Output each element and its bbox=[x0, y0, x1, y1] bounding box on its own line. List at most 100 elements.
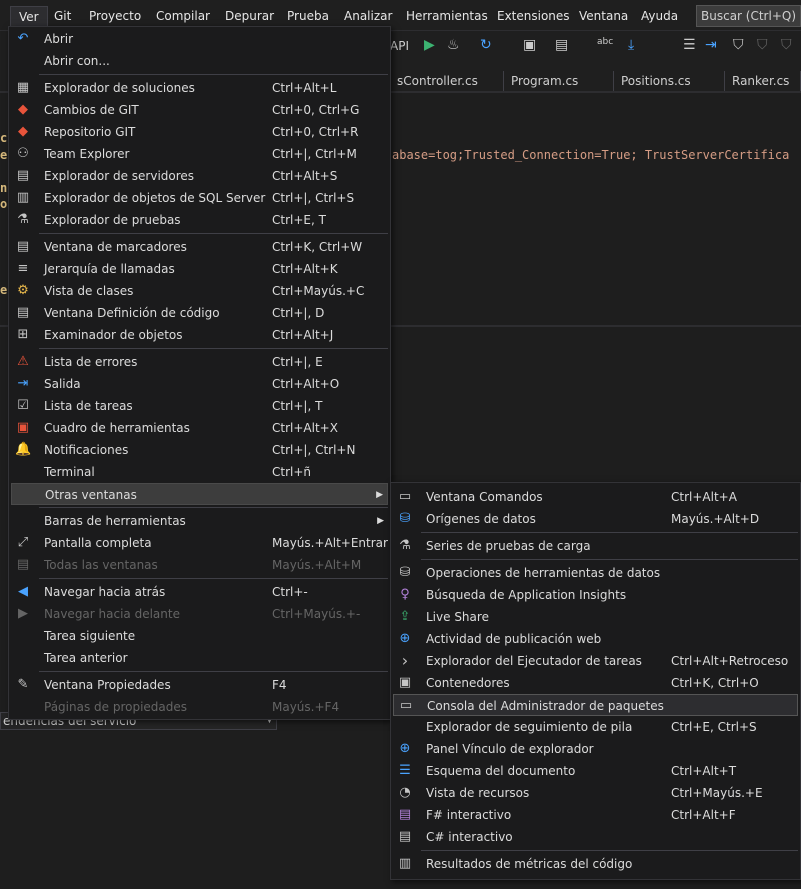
submenu-arrow-icon: ▶ bbox=[376, 490, 383, 500]
menu-item-definicion-codigo[interactable]: ▤ Ventana Definición de código Ctrl+|, D bbox=[11, 302, 388, 324]
tab-positions[interactable]: Positions.cs bbox=[615, 71, 725, 91]
api-label[interactable]: API bbox=[390, 39, 409, 53]
code-gutter-char: e bbox=[0, 283, 8, 297]
menu-item-jerarquia[interactable]: ≡ Jerarquía de llamadas Ctrl+Alt+K bbox=[11, 258, 388, 280]
menu-item-otras-ventanas[interactable]: Otras ventanas ▶ bbox=[11, 483, 388, 505]
bookmark-prev-icon[interactable]: ⛉ bbox=[757, 37, 768, 53]
data-tools-icon: ⛁ bbox=[399, 565, 411, 580]
menu-item-lista-errores[interactable]: ⚠ Lista de errores Ctrl+|, E bbox=[11, 351, 388, 373]
menu-item-cuadro-herramientas[interactable]: ▣ Cuadro de herramientas Ctrl+Alt+X bbox=[11, 417, 388, 439]
globe-icon: ⊕ bbox=[399, 631, 411, 646]
browser-link-icon: ⊕ bbox=[399, 741, 411, 756]
menu-item-fsharp-interactivo[interactable]: ▤ F# interactivo Ctrl+Alt+F bbox=[393, 804, 798, 826]
menu-prueba[interactable]: Prueba bbox=[283, 7, 333, 25]
menu-item-abrir-con[interactable]: Abrir con... bbox=[11, 50, 388, 72]
cursor-icon[interactable]: ⤓ bbox=[628, 37, 634, 53]
align-icon[interactable]: ☰ bbox=[683, 37, 696, 53]
menu-herramientas[interactable]: Herramientas bbox=[402, 7, 492, 25]
menu-item-explorador-pruebas[interactable]: ⚗ Explorador de pruebas Ctrl+E, T bbox=[11, 209, 388, 231]
menu-item-origenes-datos[interactable]: ⛁ Orígenes de datos Mayús.+Alt+D bbox=[393, 508, 798, 530]
bookmark-next-icon[interactable]: ⛉ bbox=[781, 37, 792, 53]
menu-item-vinculo-explorador[interactable]: ⊕ Panel Vínculo de explorador bbox=[393, 738, 798, 760]
menu-item-ventana-propiedades[interactable]: ✎ Ventana Propiedades F4 bbox=[11, 674, 388, 696]
menu-git[interactable]: Git bbox=[50, 7, 75, 25]
start-icon[interactable]: ▶ bbox=[424, 37, 435, 53]
containers-icon: ▣ bbox=[398, 675, 412, 690]
menu-item-lista-tareas[interactable]: ☑ Lista de tareas Ctrl+|, T bbox=[11, 395, 388, 417]
menu-separator bbox=[39, 233, 388, 234]
all-windows-icon: ▤ bbox=[16, 557, 30, 572]
menu-item-navegar-atras[interactable]: ◀ Navegar hacia atrás Ctrl+- bbox=[11, 581, 388, 603]
menu-item-notificaciones[interactable]: 🔔 Notificaciones Ctrl+|, Ctrl+N bbox=[11, 439, 388, 461]
layout-icon[interactable]: ▤ bbox=[555, 37, 568, 53]
task-list-icon: ☑ bbox=[17, 398, 29, 413]
menu-item-esquema-documento[interactable]: ☰ Esquema del documento Ctrl+Alt+T bbox=[393, 760, 798, 782]
bookmark-window-icon: ▤ bbox=[16, 239, 30, 254]
connection-string-line[interactable]: abase=tog;Trusted_Connection=True; Trust… bbox=[392, 148, 789, 162]
menu-analizar[interactable]: Analizar bbox=[340, 7, 396, 25]
menu-item-salida[interactable]: ⇥ Salida Ctrl+Alt+O bbox=[11, 373, 388, 395]
menu-item-csharp-interactivo[interactable]: ▤ C# interactivo bbox=[393, 826, 798, 848]
menu-item-explorador-sql[interactable]: ▥ Explorador de objetos de SQL Server Ctrl… bbox=[11, 187, 388, 209]
menu-item-application-insights[interactable]: ♀ Búsqueda de Application Insights bbox=[393, 584, 798, 606]
menu-ventana[interactable]: Ventana bbox=[575, 7, 632, 25]
lightbulb-icon: ♀ bbox=[400, 587, 410, 602]
menu-item-team-explorer[interactable]: ⚇ Team Explorer Ctrl+|, Ctrl+M bbox=[11, 143, 388, 165]
menu-item-tarea-siguiente[interactable]: Tarea siguiente bbox=[11, 625, 388, 647]
menu-item-publicacion-web[interactable]: ⊕ Actividad de publicación web bbox=[393, 628, 798, 650]
menu-item-barras-herramientas[interactable]: Barras de herramientas ▶ bbox=[11, 510, 388, 532]
menu-item-tarea-anterior[interactable]: Tarea anterior bbox=[11, 647, 388, 669]
menu-item-seguimiento-pila[interactable]: Explorador de seguimiento de pila Ctrl+E,… bbox=[393, 716, 798, 738]
menu-item-explorador-soluciones[interactable]: ▦ Explorador de soluciones Ctrl+Alt+L bbox=[11, 77, 388, 99]
menu-ayuda[interactable]: Ayuda bbox=[637, 7, 682, 25]
search-input[interactable]: Buscar (Ctrl+Q) bbox=[696, 5, 801, 27]
menu-item-consola-paquetes[interactable]: ▭ Consola del Administrador de paquetes bbox=[393, 694, 798, 716]
package-console-icon: ▭ bbox=[399, 698, 413, 713]
menu-item-vista-clases[interactable]: ⚙ Vista de clases Ctrl+Mayús.+C bbox=[11, 280, 388, 302]
class-view-icon: ⚙ bbox=[17, 283, 29, 298]
menu-item-contenedores[interactable]: ▣ Contenedores Ctrl+K, Ctrl+O bbox=[393, 672, 798, 694]
code-definition-icon: ▤ bbox=[16, 305, 30, 320]
tab-controller[interactable]: sController.cs bbox=[391, 71, 504, 91]
tab-program[interactable]: Program.cs bbox=[505, 71, 614, 91]
toolbox-icon: ▣ bbox=[16, 420, 30, 435]
menu-item-live-share[interactable]: ⇪ Live Share bbox=[393, 606, 798, 628]
menu-item-cambios-git[interactable]: ◆ Cambios de GIT Ctrl+0, Ctrl+G bbox=[11, 99, 388, 121]
menu-proyecto[interactable]: Proyecto bbox=[85, 7, 145, 25]
menu-depurar[interactable]: Depurar bbox=[221, 7, 278, 25]
menu-item-vista-recursos[interactable]: ◔ Vista de recursos Ctrl+Mayús.+E bbox=[393, 782, 798, 804]
load-test-icon: ⚗ bbox=[399, 538, 411, 553]
menu-compilar[interactable]: Compilar bbox=[152, 7, 214, 25]
menu-item-operaciones-datos[interactable]: ⛁ Operaciones de herramientas de datos bbox=[393, 562, 798, 584]
sql-server-icon: ▥ bbox=[16, 190, 30, 205]
menu-item-ejecutador-tareas[interactable]: › Explorador del Ejecutador de tareas Ctrl… bbox=[393, 650, 798, 672]
code-gutter-char: o bbox=[0, 197, 8, 211]
code-gutter-char: c bbox=[0, 131, 8, 145]
menu-item-navegar-delante[interactable]: ▶ Navegar hacia delante Ctrl+Mayús.+- bbox=[11, 603, 388, 625]
menu-item-todas-ventanas[interactable]: ▤ Todas las ventanas Mayús.+Alt+M bbox=[11, 554, 388, 576]
menu-item-examinador-objetos[interactable]: ⊞ Examinador de objetos Ctrl+Alt+J bbox=[11, 324, 388, 346]
menu-item-paginas-propiedades[interactable]: Páginas de propiedades Mayús.+F4 bbox=[11, 696, 388, 718]
menu-item-series-pruebas-carga[interactable]: ⚗ Series de pruebas de carga bbox=[393, 535, 798, 557]
forward-arrow-icon: ▶ bbox=[18, 606, 28, 621]
menu-extensiones[interactable]: Extensiones bbox=[493, 7, 574, 25]
spellcheck-icon[interactable]: abc bbox=[597, 37, 613, 47]
menu-item-explorador-servidores[interactable]: ▤ Explorador de servidores Ctrl+Alt+S bbox=[11, 165, 388, 187]
bookmark-icon[interactable]: ⛉ bbox=[733, 37, 744, 53]
menu-item-marcadores[interactable]: ▤ Ventana de marcadores Ctrl+K, Ctrl+W bbox=[11, 236, 388, 258]
refresh-icon[interactable]: ↻ bbox=[480, 37, 492, 53]
menu-item-terminal[interactable]: Terminal Ctrl+ñ bbox=[11, 461, 388, 483]
solution-explorer-icon: ▦ bbox=[16, 80, 30, 95]
open-folder-icon[interactable]: ▣ bbox=[523, 37, 536, 53]
tab-ranker[interactable]: Ranker.cs bbox=[726, 71, 801, 91]
hot-reload-icon[interactable]: ♨ bbox=[447, 37, 460, 53]
indent-icon[interactable]: ⇥ bbox=[705, 37, 717, 53]
menu-separator bbox=[421, 532, 798, 533]
menu-item-ventana-comandos[interactable]: ▭ Ventana Comandos Ctrl+Alt+A bbox=[393, 486, 798, 508]
fsharp-interactive-icon: ▤ bbox=[398, 807, 412, 822]
menu-item-repositorio-git[interactable]: ◆ Repositorio GIT Ctrl+0, Ctrl+R bbox=[11, 121, 388, 143]
menu-item-pantalla-completa[interactable]: ⤢ Pantalla completa Mayús.+Alt+Entrar bbox=[11, 532, 388, 554]
call-hierarchy-icon: ≡ bbox=[17, 261, 29, 276]
menu-item-metricas-codigo[interactable]: ▥ Resultados de métricas del código bbox=[393, 853, 798, 875]
menu-item-abrir[interactable]: ↶ Abrir bbox=[11, 28, 388, 50]
